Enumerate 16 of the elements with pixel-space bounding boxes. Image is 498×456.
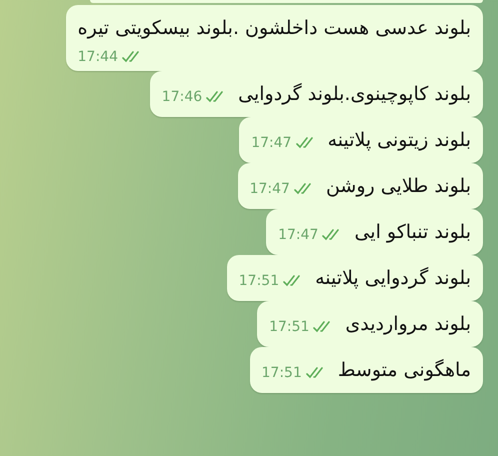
message-text: بلوند زیتونی پلاتینه bbox=[328, 129, 471, 151]
message-time: 17:51 bbox=[238, 273, 280, 289]
message-time: 17:47 bbox=[278, 227, 318, 243]
message-text: بلوند عدسی هست داخلشون .بلوند بیسکویتی تیره bbox=[78, 17, 471, 39]
message-time: 17:46 bbox=[162, 89, 202, 105]
message-time: 17:47 bbox=[250, 181, 290, 197]
message-text: بلوند طلایی روشن bbox=[326, 175, 471, 197]
message-time: 17:51 bbox=[262, 365, 302, 381]
message-text: ماهگونی متوسط bbox=[338, 359, 471, 381]
message-text: بلوند گردوایی پلاتینه bbox=[315, 267, 471, 289]
message-time: 17:44 bbox=[78, 49, 118, 65]
message-text: بلوند تنباکو ایی bbox=[354, 221, 471, 243]
message-text: بلوند کاپوچینوی.بلوند گردوایی bbox=[238, 83, 471, 105]
message-time: 17:51 bbox=[269, 319, 310, 335]
message-time: 17:47 bbox=[251, 135, 292, 151]
message-text: بلوند مرواردیدی bbox=[345, 313, 471, 335]
